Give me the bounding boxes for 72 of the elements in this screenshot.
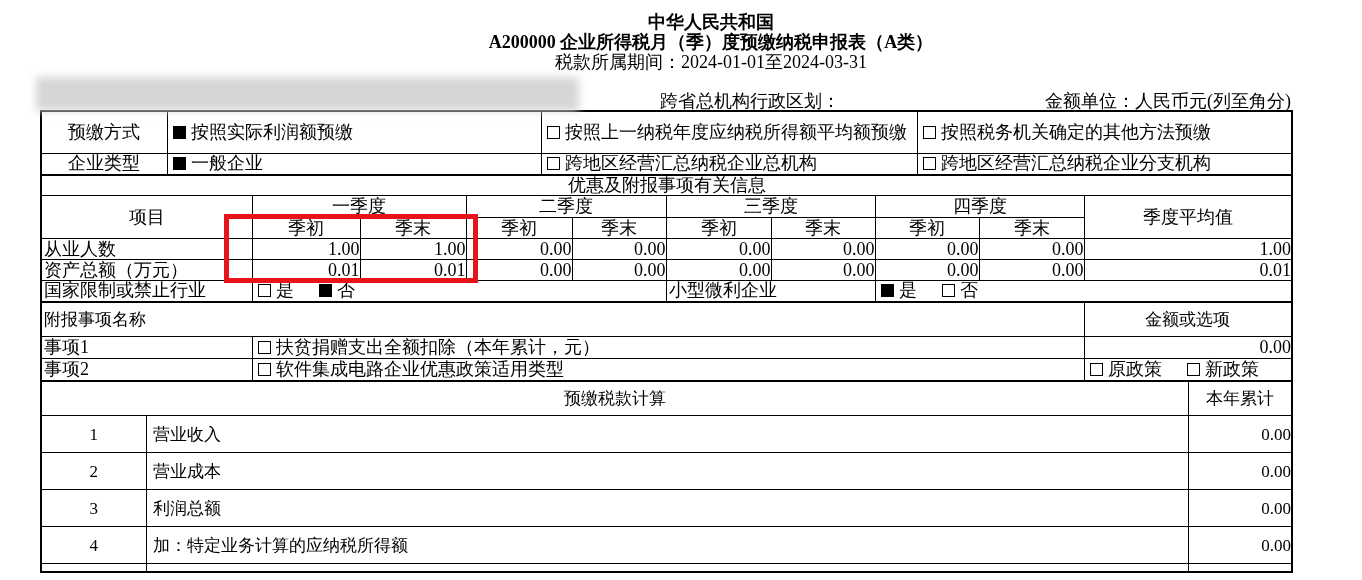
table-cell: 0.00 — [979, 259, 1084, 281]
option-label: 按照实际利润额预缴 — [190, 121, 353, 142]
checkbox[interactable] — [922, 125, 936, 139]
column-header: 季初 — [666, 217, 771, 239]
row-label: 事项1 — [41, 336, 252, 359]
row-label: 资产总额（万元） — [41, 259, 252, 281]
checkbox[interactable] — [172, 157, 186, 171]
table-cell: 0.00 — [875, 238, 979, 260]
option-label: 跨地区经营汇总纳税企业分支机构 — [940, 154, 1211, 174]
checkbox[interactable] — [1186, 362, 1200, 376]
section-title: 优惠及附报事项有关信息 — [41, 175, 1293, 196]
option-label: 否 — [959, 281, 978, 301]
option-label: 一般企业 — [190, 154, 263, 174]
table-cell: 0.00 — [466, 238, 572, 260]
table-cell: 0.00 — [771, 259, 875, 281]
checkbox[interactable] — [257, 341, 271, 354]
row-number: 3 — [41, 489, 146, 527]
option-label: 是 — [898, 281, 917, 301]
table-cell: 0.00 — [666, 238, 771, 260]
row-label: 事项2 — [41, 358, 252, 381]
section-title: 附报事项名称 — [41, 301, 1084, 337]
checkbox[interactable] — [257, 284, 271, 298]
row-number: 1 — [41, 415, 146, 453]
table-cell: 0.00 — [771, 238, 875, 260]
option-label: 新政策 — [1204, 359, 1259, 379]
table-cell: 1.00 — [360, 238, 466, 260]
column-header: 项目 — [41, 195, 252, 239]
checkbox[interactable] — [922, 157, 936, 171]
checkbox[interactable] — [1089, 362, 1103, 376]
column-header: 季末 — [572, 217, 666, 239]
form-title: A200000 企业所得税月（季）度预缴纳税申报表（A类） — [487, 32, 935, 52]
option-label: 扶贫捐赠支出全额扣除（本年累计，元） — [275, 337, 600, 357]
column-header: 四季度 — [875, 195, 1084, 218]
table-cell: 0.00 — [572, 238, 666, 260]
checkbox[interactable] — [172, 125, 186, 139]
unit-label: 金额单位：人民币元(列至角分) — [1045, 90, 1291, 112]
option-label: 跨地区经营汇总纳税企业总机构 — [564, 154, 817, 174]
tax-period: 税款所属期间：2024-01-01至2024-03-31 — [554, 52, 868, 72]
checkbox[interactable] — [318, 284, 332, 298]
region-label: 跨省总机构行政区划： — [660, 90, 840, 112]
checkbox[interactable] — [257, 362, 271, 376]
table-cell: 0.00 — [572, 259, 666, 281]
row-label: 营业收入 — [146, 415, 1188, 453]
column-header: 季末 — [979, 217, 1084, 239]
table-cell: 1.00 — [252, 238, 360, 260]
row-number: 2 — [41, 452, 146, 490]
row-label: 加：特定业务计算的应纳税所得额 — [146, 526, 1188, 564]
option-label: 按照税务机关确定的其他方法预缴 — [940, 121, 1211, 142]
row-label: 营业成本 — [146, 452, 1188, 490]
section-title: 预缴税款计算 — [41, 380, 1188, 416]
column-header: 季初 — [252, 217, 360, 239]
column-header: 季末 — [771, 217, 875, 239]
row-label: 小型微利企业 — [666, 280, 875, 302]
row-label: 从业人数 — [41, 238, 252, 260]
row-number: 4 — [41, 526, 146, 564]
row-label: 利润总额 — [146, 489, 1188, 527]
form-country: 中华人民共和国 — [648, 12, 775, 32]
option-label: 软件集成电路企业优惠政策适用类型 — [275, 359, 564, 379]
checkbox[interactable] — [546, 125, 560, 139]
column-header: 季初 — [875, 217, 979, 239]
column-header: 季末 — [360, 217, 466, 239]
table-cell: 0.00 — [979, 238, 1084, 260]
option-label: 原政策 — [1107, 359, 1162, 379]
row-label: 预缴方式 — [41, 111, 167, 153]
option-label: 按照上一纳税年度应纳税所得额平均额预缴 — [564, 121, 907, 142]
checkbox[interactable] — [546, 157, 560, 171]
table-cell: 0.00 — [875, 259, 979, 281]
column-header: 季初 — [466, 217, 572, 239]
table-cell: 0.00 — [666, 259, 771, 281]
checkbox[interactable] — [880, 284, 894, 298]
column-header: 三季度 — [666, 195, 875, 218]
checkbox[interactable] — [941, 284, 955, 298]
